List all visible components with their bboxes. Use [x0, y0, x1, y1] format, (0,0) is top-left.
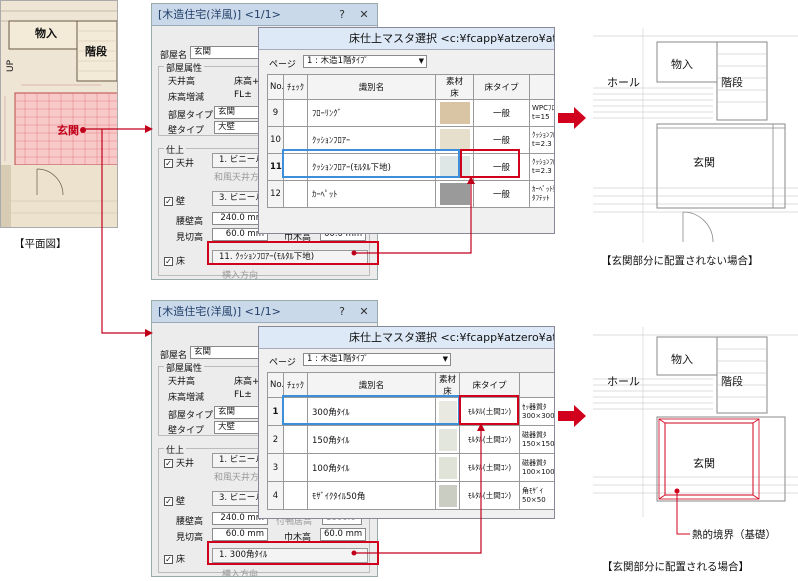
- boundary-label: 熱的境界（基礎）: [692, 529, 776, 541]
- boundary-leader: [676, 517, 690, 535]
- result-bottom-caption: 【玄関部分に配置される場合】: [602, 561, 749, 573]
